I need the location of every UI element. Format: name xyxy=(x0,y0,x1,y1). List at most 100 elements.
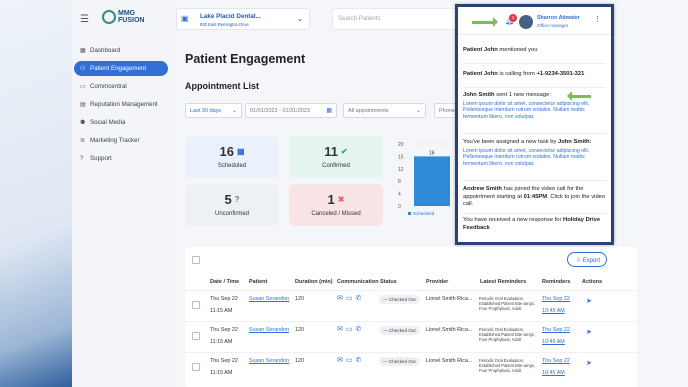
sidebar-item-commcentral[interactable]: ▭ Commcentral xyxy=(74,79,168,94)
search-placeholder: Search Patients xyxy=(338,16,381,22)
email-icon[interactable]: ✉ xyxy=(337,326,346,333)
users-icon: ⚇ xyxy=(80,66,86,72)
notification-text: You've been assigned a new task by xyxy=(463,139,558,145)
user-role: Office manager xyxy=(537,23,569,28)
question-circle-icon: ? xyxy=(234,195,240,204)
sidebar-item-patient-engagement[interactable]: ⚇ Patient Engagement xyxy=(74,61,168,76)
date-picker-input[interactable]: 01/01/2023 - 01/31/2023 ▦ xyxy=(245,103,337,118)
location-name: Lake Placid Dental... xyxy=(200,13,261,20)
header-actions: Actions xyxy=(582,279,603,285)
communication-icons[interactable]: ✉▭✆ xyxy=(337,294,364,302)
date-range-select[interactable]: Last 30 days ⌄ xyxy=(185,103,242,118)
notification-text: mentioned you xyxy=(497,47,538,53)
export-icon: ⇩ xyxy=(576,258,583,264)
sidebar-item-marketing-tracker[interactable]: ≋ Marketing Tracker xyxy=(74,133,168,148)
y-tick-label: 4 xyxy=(398,192,401,198)
send-icon[interactable]: ➤ xyxy=(586,359,592,367)
appointments-select[interactable]: All appointments ⌄ xyxy=(343,103,426,118)
avatar[interactable] xyxy=(519,15,533,29)
logo-text-top: MMG xyxy=(118,10,136,17)
patient-link[interactable]: Susan Serandon xyxy=(249,296,289,302)
reminder-date-link[interactable]: Thu Sep 22 xyxy=(542,296,570,302)
reminder-date-link[interactable]: Thu Sep 22 xyxy=(542,358,570,364)
header-duration: Duration (min) xyxy=(295,279,333,285)
row-provider: Lionel Smith Rica... xyxy=(426,358,473,364)
user-name[interactable]: Sharron Attwater xyxy=(537,15,580,21)
sidebar-item-label: Support xyxy=(90,155,112,162)
stat-card-canceled[interactable]: 1 ✖ Canceled / Missed xyxy=(289,184,383,226)
calendar-icon: ▦ xyxy=(326,108,332,114)
chevron-down-icon: ⌄ xyxy=(231,108,237,114)
row-checkbox[interactable] xyxy=(192,363,200,371)
notification-name: Andrew Smith xyxy=(463,186,502,192)
row-checkbox[interactable] xyxy=(192,301,200,309)
reminder-date-link[interactable]: Thu Sep 22 xyxy=(542,327,570,333)
sidebar-item-label: Patient Engagement xyxy=(90,65,147,72)
appointment-table: ⇩ Export Date / Time Patient Duration (m… xyxy=(185,247,637,387)
row-time: 11:15 AM xyxy=(210,308,233,314)
location-selector[interactable]: ▣ Lake Placid Dental... 930 East Remingt… xyxy=(176,8,310,30)
row-duration: 120 xyxy=(295,327,304,333)
logo: MMG FUSION xyxy=(102,10,144,24)
reminder-time-link[interactable]: 10:45 AM xyxy=(542,370,565,376)
row-date: Thu Sep 22 xyxy=(210,296,238,302)
notification-item[interactable]: Patient John is calling from +1-9234-350… xyxy=(463,71,608,79)
sidebar-item-support[interactable]: ? Support xyxy=(74,151,168,166)
patient-link[interactable]: Susan Serandon xyxy=(249,327,289,333)
section-title: Appointment List xyxy=(185,81,259,91)
phone-icon[interactable]: ✆ xyxy=(356,295,365,302)
sidebar-item-dashboard[interactable]: ▦ Dashboard xyxy=(74,43,168,58)
send-icon[interactable]: ➤ xyxy=(586,297,592,305)
reminder-time-link[interactable]: 10:45 AM xyxy=(542,308,565,314)
communication-icons[interactable]: ✉▭✆ xyxy=(337,356,364,364)
notification-item[interactable]: Patient John mentioned you xyxy=(463,47,608,55)
sidebar-item-label: Dashboard xyxy=(90,47,121,54)
stat-card-scheduled[interactable]: 16 ▦ Scheduled xyxy=(185,136,279,178)
legend-swatch xyxy=(408,212,411,215)
sidebar-item-social-media[interactable]: ⚉ Social Media xyxy=(74,115,168,130)
communication-icons[interactable]: ✉▭✆ xyxy=(337,325,364,333)
divider xyxy=(463,213,606,214)
table-row: Thu Sep 22 11:15 AM Susan Serandon 120 ✉… xyxy=(185,321,637,352)
chat-icon: ▭ xyxy=(80,84,86,90)
notification-item[interactable]: You've been assigned a new task by John … xyxy=(463,139,608,167)
send-icon[interactable]: ➤ xyxy=(586,328,592,336)
export-button[interactable]: ⇩ Export xyxy=(567,252,607,267)
stat-card-unconfirmed[interactable]: 5? Unconfirmed xyxy=(185,184,279,226)
phone-icon[interactable]: ✆ xyxy=(356,326,365,333)
row-checkbox[interactable] xyxy=(192,332,200,340)
chat-icon[interactable]: ▭ xyxy=(346,357,356,364)
reminder-time-link[interactable]: 10:45 AM xyxy=(542,339,565,345)
bar-data-label: 16 xyxy=(429,150,435,156)
more-options-icon[interactable]: ⋮ xyxy=(594,15,601,23)
header-reminders: Reminders xyxy=(542,279,571,285)
email-icon[interactable]: ✉ xyxy=(337,295,346,302)
chat-icon[interactable]: ▭ xyxy=(346,295,356,302)
search-input[interactable]: Search Patients ⌕ xyxy=(332,8,467,30)
location-address: 930 East Remington Drive xyxy=(200,22,249,27)
select-all-checkbox[interactable] xyxy=(192,256,200,264)
chat-icon[interactable]: ▭ xyxy=(346,326,356,333)
notification-item[interactable]: You have received a new response for Hol… xyxy=(463,217,608,232)
row-reminder-text: Periodic Oral Evaluation, Established Pa… xyxy=(479,296,535,312)
notification-item[interactable]: Andrew Smith has joined the video call f… xyxy=(463,186,608,209)
tracker-icon: ≋ xyxy=(80,138,86,144)
green-arrow-annotation xyxy=(567,91,591,101)
header-patient: Patient xyxy=(249,279,268,285)
header-date-time: Date / Time xyxy=(210,279,240,285)
phone-filter[interactable]: Phone xyxy=(434,103,456,118)
email-icon[interactable]: ✉ xyxy=(337,357,346,364)
row-time: 11:15 AM xyxy=(210,339,233,345)
building-icon: ▣ xyxy=(181,14,189,23)
patient-link[interactable]: Susan Serandon xyxy=(249,358,289,364)
hamburger-menu-icon[interactable]: ☰ xyxy=(80,14,89,25)
stat-card-confirmed[interactable]: 11 ✔ Confirmed xyxy=(289,136,383,178)
sidebar-item-reputation-management[interactable]: ▤ Reputation Management xyxy=(74,97,168,112)
phone-icon[interactable]: ✆ xyxy=(356,357,365,364)
row-provider: Lionel Smith Rica... xyxy=(426,296,473,302)
unconfirmed-label: Unconfirmed xyxy=(214,211,249,217)
page-title: Patient Engagement xyxy=(185,52,306,66)
canceled-label: Canceled / Missed xyxy=(311,211,361,217)
appointments-bar-chart: 20 15 12 8 4 0 16 Scheduled xyxy=(398,142,458,216)
green-arrow-annotation xyxy=(472,17,498,27)
